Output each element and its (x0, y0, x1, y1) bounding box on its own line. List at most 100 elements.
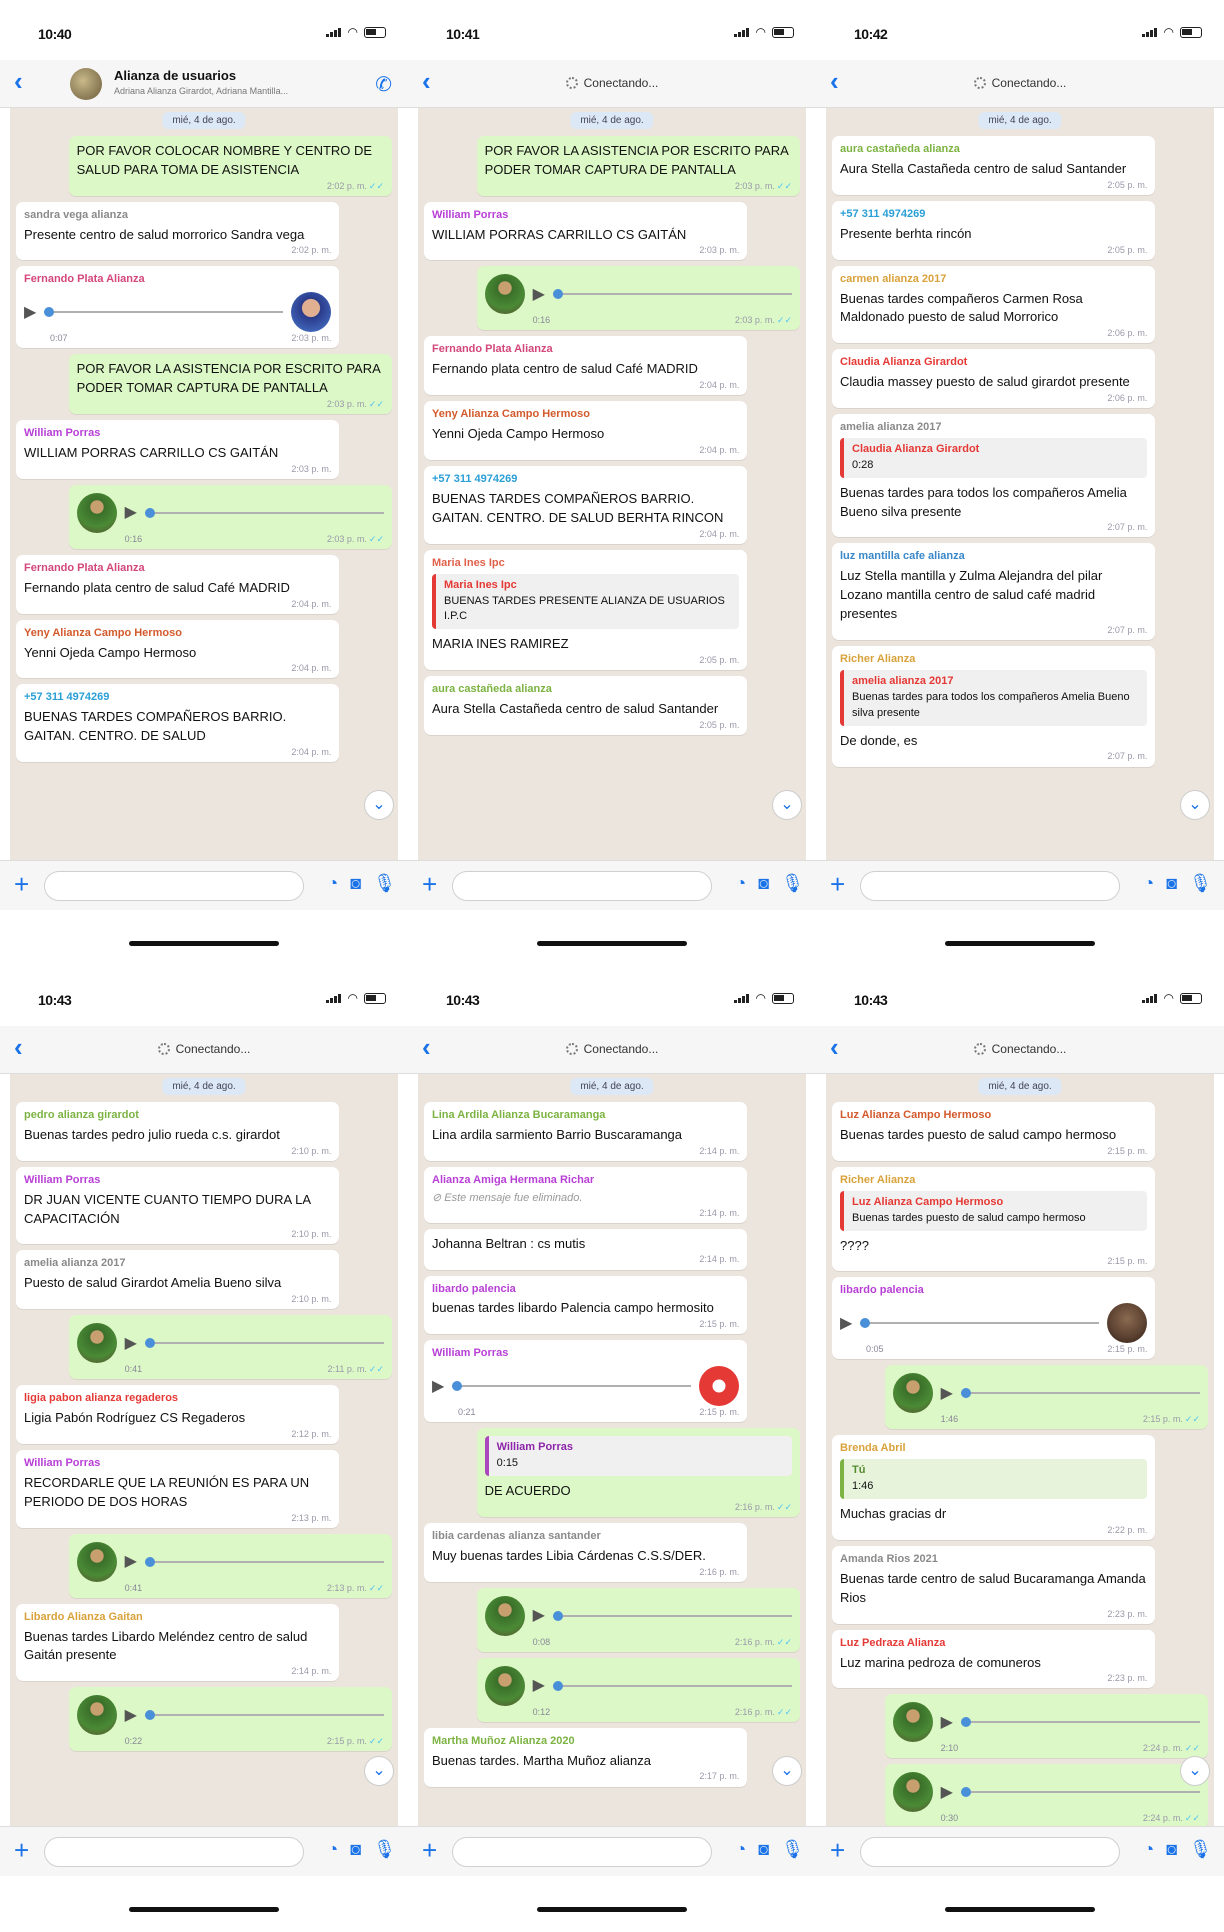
attach-plus-icon[interactable]: + (422, 1835, 437, 1866)
progress-handle[interactable] (144, 507, 155, 518)
audio-progress[interactable] (960, 1785, 1200, 1799)
scroll-down-button[interactable]: ⌄ (364, 1756, 394, 1786)
voice-message[interactable]: Fernando Plata Alianza ▶ 0:07 2:03 p. m. (16, 266, 340, 349)
quoted-reply[interactable]: Maria Ines Ipc BUENAS TARDES PRESENTE ALI… (432, 573, 740, 630)
attach-plus-icon[interactable]: + (830, 1835, 845, 1866)
message-bubble[interactable]: Amanda Rios 2021 Buenas tarde centro de s… (832, 1546, 1156, 1624)
sticker-icon[interactable]: ◔ (735, 1839, 746, 1860)
play-icon[interactable]: ▶ (125, 501, 137, 524)
message-bubble[interactable]: aura castañeda alianza Aura Stella Castañ… (424, 676, 748, 736)
scroll-down-button[interactable]: ⌄ (1180, 1756, 1210, 1786)
voice-message[interactable]: ▶ 0:16 2:03 p. m. ✓✓ (476, 266, 800, 331)
message-bubble[interactable]: amelia alianza 2017 Claudia Alianza Girar… (832, 413, 1156, 538)
message-input[interactable] (860, 871, 1120, 901)
message-bubble[interactable]: Claudia Alianza Girardot Claudia massey p… (832, 349, 1156, 408)
group-avatar[interactable] (70, 68, 102, 100)
home-indicator[interactable] (945, 1907, 1095, 1912)
message-input[interactable] (860, 1837, 1120, 1867)
home-indicator[interactable] (129, 1907, 279, 1912)
voice-message[interactable]: ▶ 2:10 2:24 p. m. ✓✓ (884, 1694, 1208, 1759)
message-bubble[interactable]: carmen alianza 2017 Buenas tardes compañe… (832, 265, 1156, 344)
progress-handle[interactable] (144, 1338, 155, 1349)
camera-icon[interactable]: ◙ (1166, 873, 1177, 894)
scroll-down-button[interactable]: ⌄ (1180, 790, 1210, 820)
message-bubble[interactable]: William Porras DR JUAN VICENTE CUANTO TIE… (16, 1166, 340, 1245)
chat-area[interactable]: mié, 4 de ago. POR FAVOR LA ASISTENCIA PO… (418, 108, 806, 860)
audio-progress[interactable] (144, 1708, 384, 1722)
message-bubble[interactable]: Lina Ardila Alianza Bucaramanga Lina ardi… (424, 1102, 748, 1161)
play-icon[interactable]: ▶ (941, 1781, 953, 1804)
progress-handle[interactable] (860, 1318, 871, 1329)
audio-progress[interactable] (144, 1336, 384, 1350)
voice-message[interactable]: ▶ 0:22 2:15 p. m. ✓✓ (68, 1687, 392, 1752)
message-bubble[interactable]: Brenda Abril Tú 1:46 Muchas gracias dr 2:22 … (832, 1435, 1156, 1541)
message-bubble[interactable]: Martha Muñoz Alianza 2020 Buenas tardes. … (424, 1727, 748, 1787)
quoted-reply[interactable]: Luz Alianza Campo Hermoso Buenas tardes p… (840, 1190, 1148, 1231)
play-icon[interactable]: ▶ (432, 1375, 444, 1398)
message-bubble[interactable]: Johanna Beltran : cs mutis 2:14 p. m. (424, 1228, 748, 1270)
play-icon[interactable]: ▶ (24, 301, 36, 324)
message-bubble[interactable]: ligia pabon alianza regaderos Ligia Pabón… (16, 1385, 340, 1444)
camera-icon[interactable]: ◙ (758, 1839, 769, 1860)
progress-handle[interactable] (960, 1787, 971, 1798)
message-bubble[interactable]: POR FAVOR LA ASISTENCIA POR ESCRITO PARA… (68, 354, 392, 415)
progress-handle[interactable] (552, 1610, 563, 1621)
message-input[interactable] (452, 1837, 712, 1867)
message-bubble[interactable]: Alianza Amiga Hermana Richar ⊘ Este mensa… (424, 1166, 748, 1223)
voice-message[interactable]: ▶ 0:16 2:03 p. m. ✓✓ (68, 484, 392, 549)
message-bubble[interactable]: sandra vega alianza Presente centro de sa… (16, 201, 340, 261)
audio-progress[interactable] (144, 1555, 384, 1569)
message-bubble[interactable]: Luz Alianza Campo Hermoso Buenas tardes p… (832, 1102, 1156, 1161)
attach-plus-icon[interactable]: + (422, 869, 437, 900)
voice-message[interactable]: libardo palencia ▶ 0:05 2:15 p. m. (832, 1277, 1156, 1360)
message-bubble[interactable]: Yeny Alianza Campo Hermoso Yenni Ojeda Ca… (424, 401, 748, 461)
microphone-icon[interactable]: 🎙︎ (1189, 1839, 1212, 1860)
progress-handle[interactable] (144, 1710, 155, 1721)
message-bubble[interactable]: Libardo Alianza Gaitan Buenas tardes Liba… (16, 1603, 340, 1682)
audio-progress[interactable] (144, 506, 384, 520)
play-icon[interactable]: ▶ (840, 1312, 852, 1335)
camera-icon[interactable]: ◙ (350, 873, 361, 894)
microphone-icon[interactable]: 🎙︎ (373, 1839, 396, 1860)
play-icon[interactable]: ▶ (125, 1550, 137, 1573)
message-bubble[interactable]: Luz Pedraza Alianza Luz marina pedroza de… (832, 1629, 1156, 1689)
add-call-icon[interactable]: ✆ (375, 72, 392, 97)
home-indicator[interactable] (537, 1907, 687, 1912)
message-bubble[interactable]: Richer Alianza amelia alianza 2017 Buenas … (832, 645, 1156, 767)
message-bubble[interactable]: Maria Ines Ipc Maria Ines Ipc BUENAS TARDE… (424, 549, 748, 671)
attach-plus-icon[interactable]: + (14, 1835, 29, 1866)
voice-message[interactable]: ▶ 0:30 2:24 p. m. ✓✓ (884, 1764, 1208, 1826)
progress-handle[interactable] (960, 1717, 971, 1728)
progress-handle[interactable] (452, 1381, 463, 1392)
quoted-reply[interactable]: Claudia Alianza Girardot 0:28 (840, 437, 1148, 478)
home-indicator[interactable] (129, 941, 279, 946)
camera-icon[interactable]: ◙ (758, 873, 769, 894)
play-icon[interactable]: ▶ (533, 1604, 545, 1627)
play-icon[interactable]: ▶ (125, 1704, 137, 1727)
scroll-down-button[interactable]: ⌄ (772, 1756, 802, 1786)
quoted-reply[interactable]: William Porras 0:15 (484, 1436, 792, 1477)
voice-message[interactable]: ▶ 0:12 2:16 p. m. ✓✓ (476, 1657, 800, 1722)
home-indicator[interactable] (537, 941, 687, 946)
microphone-icon[interactable]: 🎙︎ (373, 873, 396, 894)
message-bubble[interactable]: libardo palencia buenas tardes libardo Pa… (424, 1275, 748, 1335)
message-bubble[interactable]: pedro alianza girardot Buenas tardes pedr… (16, 1102, 340, 1161)
audio-progress[interactable] (44, 305, 284, 319)
message-bubble[interactable]: libia cardenas alianza santander Muy buen… (424, 1522, 748, 1582)
attach-plus-icon[interactable]: + (14, 869, 29, 900)
camera-icon[interactable]: ◙ (350, 1839, 361, 1860)
microphone-icon[interactable]: 🎙︎ (781, 873, 804, 894)
sticker-icon[interactable]: ◔ (327, 873, 338, 894)
message-bubble[interactable]: William Porras RECORDARLE QUE LA REUNIÓN … (16, 1449, 340, 1528)
home-indicator[interactable] (945, 941, 1095, 946)
progress-handle[interactable] (960, 1388, 971, 1399)
audio-progress[interactable] (860, 1316, 1100, 1330)
play-icon[interactable]: ▶ (533, 283, 545, 306)
play-icon[interactable]: ▶ (125, 1332, 137, 1355)
message-bubble[interactable]: +57 311 4974269 BUENAS TARDES COMPAÑEROS … (424, 466, 748, 544)
message-bubble[interactable]: William Porras WILLIAM PORRAS CARRILLO CS… (16, 420, 340, 479)
play-icon[interactable]: ▶ (941, 1382, 953, 1405)
message-bubble[interactable]: amelia alianza 2017 Puesto de salud Girar… (16, 1250, 340, 1310)
chat-area[interactable]: mié, 4 de ago. Lina Ardila Alianza Bucara… (418, 1074, 806, 1826)
chat-area[interactable]: mié, 4 de ago. POR FAVOR COLOCAR NOMBRE Y… (10, 108, 398, 860)
